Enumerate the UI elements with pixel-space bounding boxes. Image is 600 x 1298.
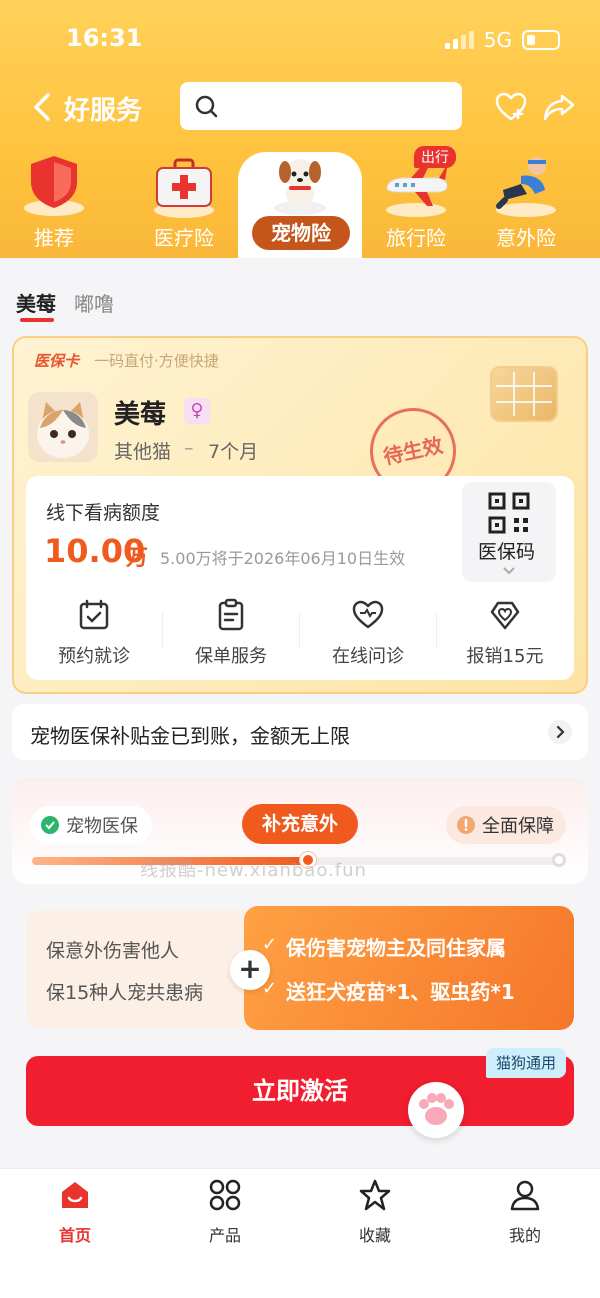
step-label: 宠物医保 [66, 816, 138, 837]
pet-tab-dulu[interactable]: 嘟噜 [74, 288, 114, 317]
step-accident[interactable]: 补充意外 [242, 804, 358, 844]
travel-badge: 出行 [414, 146, 456, 168]
share-icon[interactable] [542, 90, 576, 124]
qr-label: 医保码 [478, 541, 536, 563]
watermark: 线报酷-new.xianbao.fun [140, 860, 367, 881]
plus-icon: + [230, 950, 270, 990]
network-type: 5G [483, 28, 512, 52]
step-pet-medical[interactable]: 宠物医保 [30, 806, 152, 844]
check-shield-icon [41, 816, 59, 834]
star-icon [359, 1179, 391, 1211]
paw-icon [408, 1082, 464, 1138]
category-tab-recommend[interactable]: 推荐 [6, 150, 102, 251]
card-slogan: 一码直付·方便快捷 [94, 352, 219, 370]
battery-icon [522, 30, 560, 50]
action-label: 在线问诊 [332, 646, 404, 667]
chevron-right-icon[interactable] [548, 720, 572, 744]
divider [436, 612, 437, 648]
cta-tag: 猫狗通用 [486, 1048, 567, 1078]
home-icon [62, 1182, 88, 1208]
search-input[interactable] [180, 82, 462, 130]
tab-label: 收藏 [358, 1226, 391, 1245]
category-label-active[interactable]: 宠物险 [252, 216, 350, 250]
back-icon[interactable] [28, 92, 58, 122]
quota-unit: 万 [126, 546, 149, 571]
first-aid-kit-icon [149, 150, 219, 220]
action-online-consult[interactable]: 在线问诊 [308, 598, 428, 668]
clipboard-icon [218, 598, 244, 631]
tab-mine[interactable]: 我的 [475, 1178, 575, 1246]
female-icon: ♀ [184, 398, 210, 424]
divider [299, 612, 300, 648]
category-label: 推荐 [34, 226, 74, 250]
benefit-text: 保意外伤害他人 [46, 940, 180, 962]
divider [162, 612, 163, 648]
extra-benefits: ✓ 保伤害宠物主及同住家属 ✓ 送狂犬疫苗*1、驱虫药*1 [244, 906, 574, 1030]
qr-code-icon [488, 492, 530, 534]
action-label: 预约就诊 [58, 646, 130, 667]
favorite-heart-icon[interactable] [494, 90, 528, 124]
benefit-text: 保15种人宠共患病 [46, 982, 204, 1004]
benefit-text: 送狂犬疫苗*1、驱虫药*1 [286, 980, 515, 1004]
tab-home[interactable]: 首页 [25, 1178, 125, 1246]
progress-end-dot [552, 853, 566, 867]
signal-icon [444, 31, 474, 49]
benefit-text: 保伤害宠物主及同住家属 [286, 936, 506, 960]
category-label: 医疗险 [154, 226, 214, 250]
category-tab-accident[interactable]: 意外险 [478, 150, 574, 251]
pet-type: 其他猫 [114, 441, 172, 463]
heart-icon [352, 600, 384, 629]
stamp-text: 待生效 [381, 433, 445, 469]
tab-label: 产品 [208, 1226, 241, 1245]
warning-icon [457, 816, 475, 834]
action-appointment[interactable]: 预约就诊 [34, 598, 154, 668]
category-label: 旅行险 [386, 226, 446, 250]
page-title: 好服务 [64, 96, 143, 126]
puppy-icon [265, 150, 335, 220]
search-icon [195, 95, 218, 118]
pet-info-separator: – [184, 437, 194, 459]
action-label: 报销15元 [466, 646, 544, 667]
pet-tab-indicator [20, 318, 54, 322]
grid-icon [209, 1179, 241, 1211]
tab-label: 首页 [58, 1226, 91, 1245]
tab-favorites[interactable]: 收藏 [325, 1178, 425, 1246]
category-tab-medical[interactable]: 医疗险 [136, 150, 232, 251]
pet-age: 7个月 [208, 441, 259, 463]
step-label: 全面保障 [482, 816, 554, 837]
card-chip-icon [490, 366, 558, 422]
action-reimburse[interactable]: 报销15元 [445, 598, 565, 668]
category-label: 意外险 [496, 226, 556, 250]
status-time: 16:31 [66, 24, 143, 52]
status-indicators: 5G [444, 28, 560, 52]
check-icon: ✓ [262, 934, 278, 955]
card-brand: 医保卡 [34, 352, 80, 370]
pet-avatar [28, 392, 98, 462]
notice-text: 宠物医保补贴金已到账，金额无上限 [30, 724, 350, 748]
shield-icon [19, 150, 89, 220]
calendar-check-icon [79, 599, 109, 630]
quota-note: 5.00万将于2026年06月10日生效 [160, 549, 406, 568]
action-label: 保单服务 [195, 646, 267, 667]
injured-person-icon [491, 150, 561, 220]
pet-name: 美莓 [114, 400, 167, 430]
medical-qr-button[interactable] [462, 482, 556, 582]
pet-tab-meimei[interactable]: 美莓 [16, 288, 56, 317]
tab-label: 我的 [508, 1226, 541, 1245]
tab-products[interactable]: 产品 [175, 1178, 275, 1246]
chevron-down-icon [503, 567, 515, 575]
heart-diamond-icon [490, 601, 520, 630]
category-tab-pet[interactable] [252, 150, 348, 220]
step-full-coverage[interactable]: 全面保障 [446, 806, 566, 844]
quota-label: 线下看病额度 [46, 502, 161, 524]
action-policy-service[interactable]: 保单服务 [171, 598, 291, 668]
user-icon [510, 1180, 540, 1211]
